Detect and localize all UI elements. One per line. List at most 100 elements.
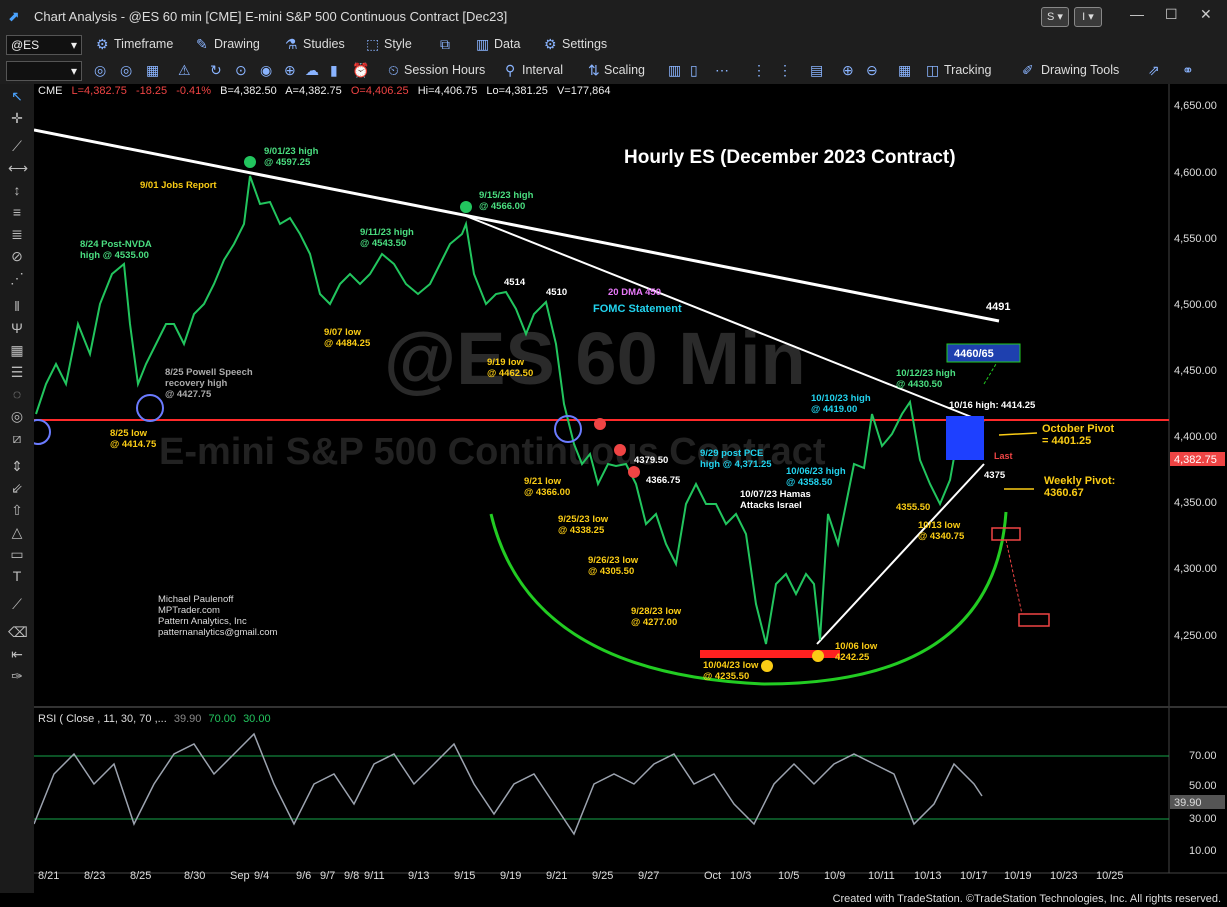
- gann-icon[interactable]: ⊘: [8, 248, 26, 265]
- layout-icon[interactable]: ⧉: [440, 36, 450, 53]
- high-marker-0915: [460, 201, 472, 213]
- low-0925-value: @ 4338.25: [558, 525, 605, 536]
- triangle-icon[interactable]: △: [8, 524, 26, 541]
- calendar-icon[interactable]: ▦: [146, 62, 159, 79]
- link-icon[interactable]: ⚭: [1182, 62, 1194, 79]
- fit-icon[interactable]: ⇤: [8, 646, 26, 663]
- pane-icon[interactable]: ⋮: [752, 62, 766, 79]
- low-0919-value: @ 4462.50: [487, 368, 533, 379]
- settings-menu[interactable]: Settings: [562, 37, 607, 51]
- info-line: CME L=4,382.75 -18.25 -0.41% B=4,382.50 …: [38, 85, 611, 97]
- speed-line-icon[interactable]: ⋰: [8, 270, 26, 287]
- cycle-tool-icon[interactable]: ◌: [8, 386, 26, 402]
- time-tick: 9/13: [408, 870, 429, 882]
- timeframe-menu[interactable]: Timeframe: [114, 37, 173, 51]
- text-tool-icon[interactable]: T: [8, 568, 26, 584]
- arrow-up-down-icon[interactable]: ⇕: [8, 458, 26, 475]
- bars-icon[interactable]: ▥: [668, 62, 681, 79]
- info-ask: A=4,382.75: [285, 85, 342, 97]
- high-1010-label: 10/10/23 high: [811, 393, 871, 404]
- info-pct: -0.41%: [176, 85, 211, 97]
- arrow-tool-icon[interactable]: ⇙: [8, 480, 26, 497]
- rectangle-icon[interactable]: ▭: [8, 546, 26, 563]
- cycle-icon[interactable]: ◎: [94, 62, 106, 79]
- jobs-report-label: 9/01 Jobs Report: [140, 180, 217, 191]
- time-tick: 8/23: [84, 870, 105, 882]
- blue-target-box[interactable]: [946, 416, 984, 460]
- crosshair-icon[interactable]: ⊕: [284, 62, 296, 79]
- maximize-icon[interactable]: ☐: [1165, 6, 1178, 23]
- candles-icon[interactable]: ▯: [690, 62, 698, 79]
- october-pivot-label: October Pivot: [1042, 423, 1114, 435]
- spiral-icon[interactable]: ◎: [8, 408, 26, 425]
- refresh-icon[interactable]: ↻: [210, 62, 222, 79]
- low-0919-label: 9/19 low: [487, 357, 525, 368]
- grid-tool-icon[interactable]: ▦: [8, 342, 26, 359]
- horizontal-line-icon[interactable]: ⟷: [8, 160, 28, 177]
- bell-icon[interactable]: ⏰: [352, 62, 369, 79]
- time-tick: 10/9: [824, 870, 845, 882]
- time-tick: 9/27: [638, 870, 659, 882]
- minimize-icon[interactable]: —: [1130, 6, 1144, 22]
- crosshair-tool-icon[interactable]: ✛: [8, 110, 26, 127]
- powell-label-2: recovery high: [165, 378, 227, 389]
- channel-icon[interactable]: ≡: [8, 204, 26, 220]
- export-icon[interactable]: ⇗: [1148, 62, 1160, 79]
- tracking-menu[interactable]: Tracking: [944, 63, 991, 77]
- rsi-upper: 70.00: [208, 713, 236, 725]
- interval-select[interactable]: ▾: [6, 61, 82, 81]
- up-marker-1004: [761, 660, 773, 672]
- low-1013-value: @ 4340.75: [918, 531, 965, 542]
- style-menu[interactable]: Style: [384, 37, 412, 51]
- window-title: Chart Analysis - @ES 60 min [CME] E-mini…: [34, 9, 508, 24]
- cloud-icon[interactable]: ☁: [305, 62, 319, 79]
- eraser-icon[interactable]: ⌫: [8, 624, 28, 641]
- fib-icon[interactable]: ≣: [8, 226, 26, 243]
- scaling-icon: ⇅: [588, 62, 600, 78]
- arrow-up-icon[interactable]: ⇧: [8, 502, 26, 519]
- time-tick: 8/25: [130, 870, 151, 882]
- pointer-icon[interactable]: ↖: [8, 88, 26, 105]
- close-icon[interactable]: ✕: [1200, 6, 1212, 23]
- target-icon[interactable]: ◉: [260, 62, 272, 79]
- line-chart-icon[interactable]: ⋯: [715, 62, 729, 79]
- regression-icon[interactable]: ⧄: [8, 430, 26, 447]
- scaling-menu[interactable]: Scaling: [604, 63, 645, 77]
- alert-icon[interactable]: ⚠: [178, 62, 191, 79]
- trendline-icon[interactable]: ⟋: [8, 138, 26, 155]
- s-button[interactable]: S ▾: [1041, 7, 1069, 27]
- levels-icon[interactable]: ☰: [8, 364, 26, 381]
- zoom-icon[interactable]: ⊙: [235, 62, 247, 79]
- low-0926-label: 9/26/23 low: [588, 555, 639, 566]
- vertical-line-icon[interactable]: ↕: [8, 182, 26, 198]
- i-button[interactable]: I ▾: [1074, 7, 1102, 27]
- grid-icon[interactable]: ▦: [898, 62, 911, 79]
- pane-icon-2[interactable]: ⋮: [778, 62, 792, 79]
- brush-icon[interactable]: ✑: [8, 668, 26, 685]
- cycle-icon-2[interactable]: ◎: [120, 62, 132, 79]
- bar-icon[interactable]: ▮: [330, 62, 338, 79]
- price-tick: 4,650.00: [1174, 100, 1217, 112]
- bar-tool-icon[interactable]: ‖: [8, 298, 26, 314]
- drawing-menu[interactable]: Drawing: [214, 37, 260, 51]
- zoom-out-icon[interactable]: ⊖: [866, 62, 878, 79]
- down-marker-1: [594, 418, 606, 430]
- symbol-input[interactable]: @ES ▾: [6, 35, 82, 55]
- layout-icon-2[interactable]: ▤: [810, 62, 823, 79]
- drawing-tools-menu[interactable]: Drawing Tools: [1041, 63, 1119, 77]
- time-tick: 9/7: [320, 870, 335, 882]
- time-tick: 8/30: [184, 870, 205, 882]
- data-menu[interactable]: Data: [494, 37, 520, 51]
- rsi-tick: 30.00: [1189, 813, 1217, 825]
- ruler-icon[interactable]: ⟋: [8, 596, 26, 613]
- studies-menu[interactable]: Studies: [303, 37, 345, 51]
- time-tick: 10/11: [868, 870, 895, 882]
- secondary-toolbar: ▾ ◎ ◎ ▦ ⚠ ↻ ⊙ ◉ ⊕ ☁ ▮ ⏰ ⏲ Session Hours …: [0, 58, 1227, 85]
- interval-menu[interactable]: Interval: [522, 63, 563, 77]
- zoom-in-icon[interactable]: ⊕: [842, 62, 854, 79]
- author-company: Pattern Analytics, Inc: [158, 616, 247, 627]
- chart-area[interactable]: @ES 60 Min E-mini S&P 500 Continuous Con…: [34, 84, 1227, 893]
- session-hours-menu[interactable]: Session Hours: [404, 63, 485, 77]
- status-bar: Created with TradeStation. ©TradeStation…: [0, 893, 1227, 907]
- pitchfork-icon[interactable]: Ψ: [8, 320, 26, 336]
